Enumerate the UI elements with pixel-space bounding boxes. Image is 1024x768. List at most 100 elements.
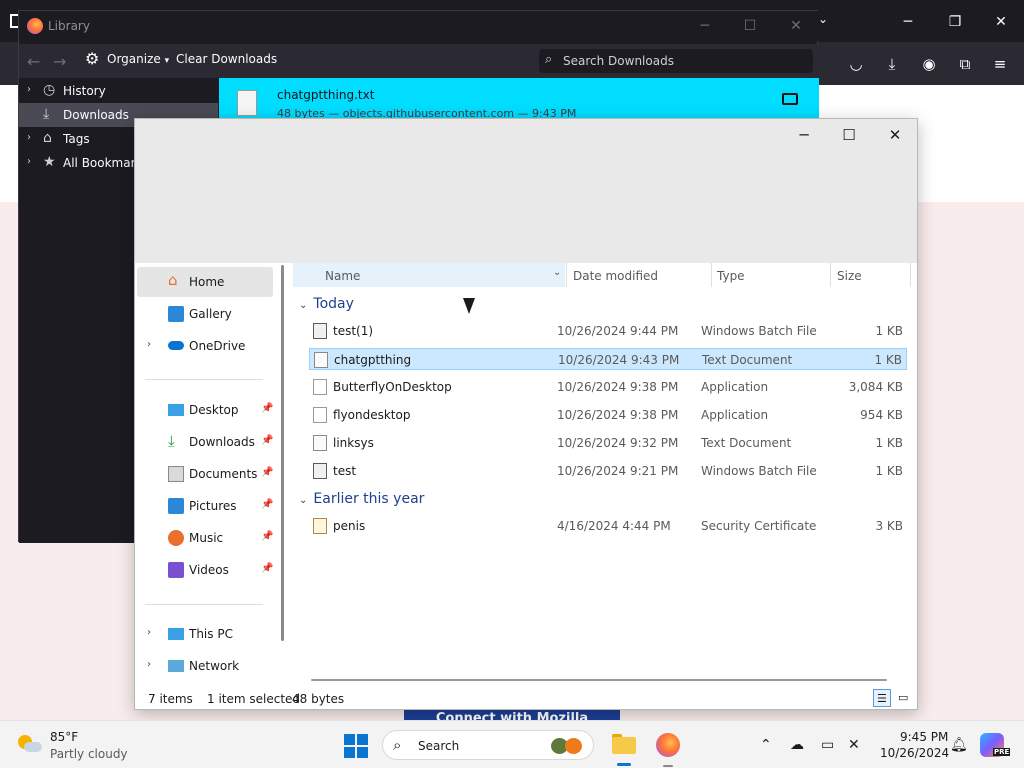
chevron-up-icon[interactable]: ⌃ [760, 737, 772, 753]
clock-date[interactable]: 10/26/2024 [880, 746, 949, 760]
nav-item-desktop[interactable]: Desktop 📌 [137, 395, 273, 425]
table-row[interactable]: test 10/26/2024 9:21 PM Windows Batch Fi… [309, 460, 907, 482]
pin-icon[interactable]: 📌 [261, 467, 273, 478]
gear-icon[interactable]: ⚙ [85, 49, 99, 68]
network-icon[interactable]: ▭ [821, 737, 834, 753]
search-highlight-icon[interactable] [549, 735, 587, 755]
nav-item-documents[interactable]: Documents 📌 [137, 459, 273, 489]
firefox-minimize-button[interactable]: ─ [898, 12, 918, 32]
sort-chevron-icon[interactable]: ⌄ [553, 267, 561, 278]
chevron-right-icon[interactable]: › [147, 627, 151, 638]
nav-item-downloads[interactable]: ⤓ Downloads 📌 [137, 427, 273, 457]
account-icon[interactable]: ◉ [919, 54, 939, 74]
nav-item-music[interactable]: Music 📌 [137, 523, 273, 553]
clear-downloads-button[interactable]: Clear Downloads [176, 52, 277, 66]
table-row[interactable]: ButterflyOnDesktop 10/26/2024 9:38 PM Ap… [309, 376, 907, 398]
tiles-view-button[interactable]: ▭ [895, 689, 913, 707]
group-label: Earlier this year [313, 491, 425, 507]
table-row[interactable]: linksys 10/26/2024 9:32 PM Text Document… [309, 432, 907, 454]
mouse-cursor [463, 298, 475, 314]
column-date-modified[interactable]: Date modified [573, 269, 658, 283]
computer-icon [168, 628, 184, 640]
file-size: 1 KB [874, 353, 902, 367]
onedrive-offline-icon[interactable]: ☁ [790, 737, 804, 753]
nav-item-home[interactable]: ⌂ Home [137, 267, 273, 297]
notification-bell-icon[interactable]: 🔔︎ [950, 737, 968, 753]
show-in-folder-icon[interactable] [782, 93, 798, 105]
pin-icon[interactable]: 📌 [261, 403, 273, 414]
table-row[interactable]: penis 4/16/2024 4:44 PM Security Certifi… [309, 515, 907, 537]
extensions-icon[interactable]: ⧉ [955, 54, 975, 74]
weather-condition[interactable]: Partly cloudy [50, 747, 128, 761]
library-close-button[interactable]: ✕ [786, 17, 806, 35]
tiles-view-icon: ▭ [898, 691, 909, 704]
tree-item-history[interactable]: › ◷ History [19, 79, 218, 103]
library-minimize-button[interactable]: ─ [695, 17, 715, 35]
organize-menu[interactable]: Organize ▾ [107, 52, 169, 66]
file-explorer-window: ─ ☐ ✕ ⌂ Home Gallery › OneDrive Desktop … [134, 118, 918, 710]
pin-icon[interactable]: 📌 [261, 499, 273, 510]
tree-item-label: History [63, 84, 106, 98]
chevron-right-icon[interactable]: › [27, 156, 31, 167]
file-name: flyondesktop [333, 408, 411, 422]
column-size[interactable]: Size [837, 269, 862, 283]
documents-icon [168, 466, 184, 482]
column-divider[interactable] [711, 263, 712, 287]
nav-item-pictures[interactable]: Pictures 📌 [137, 491, 273, 521]
explorer-maximize-button[interactable]: ☐ [835, 125, 863, 145]
volume-muted-icon[interactable]: ✕ [848, 737, 860, 753]
column-name[interactable]: Name [325, 269, 360, 283]
nav-scrollbar[interactable] [281, 265, 284, 641]
library-maximize-button[interactable]: ☐ [740, 17, 760, 35]
explorer-minimize-button[interactable]: ─ [790, 125, 818, 145]
column-divider[interactable] [910, 263, 911, 287]
file-explorer-taskbar-icon[interactable] [612, 733, 638, 755]
desktop-icon [168, 404, 184, 416]
group-earlier-this-year[interactable]: ⌄ Earlier this year [299, 491, 424, 507]
horizontal-scrollbar[interactable] [311, 679, 887, 681]
file-name: ButterflyOnDesktop [333, 380, 452, 394]
column-divider[interactable] [566, 263, 567, 287]
firefox-taskbar-icon[interactable] [656, 733, 680, 757]
status-bar: 7 items 1 item selected 48 bytes ☰ ▭ [135, 689, 917, 709]
column-divider[interactable] [830, 263, 831, 287]
start-button[interactable] [344, 734, 368, 758]
pocket-icon[interactable]: ◡ [846, 54, 866, 74]
forward-arrow-icon[interactable]: → [53, 52, 66, 71]
details-view-button[interactable]: ☰ [873, 689, 891, 707]
list-all-tabs-icon[interactable]: ⌄ [818, 12, 828, 26]
running-app-indicator [663, 765, 673, 767]
chevron-right-icon[interactable]: › [147, 659, 151, 670]
downloads-icon[interactable]: ⤓ [882, 54, 902, 74]
chevron-right-icon[interactable]: › [27, 84, 31, 95]
nav-item-this-pc[interactable]: › This PC [137, 619, 273, 649]
column-type[interactable]: Type [717, 269, 745, 283]
folder-icon [612, 737, 636, 754]
table-row-selected[interactable]: chatgptthing 10/26/2024 9:43 PM Text Doc… [309, 348, 907, 370]
firefox-restore-button[interactable]: ❐ [945, 12, 965, 32]
chevron-right-icon[interactable]: › [147, 339, 151, 350]
firefox-close-button[interactable]: ✕ [991, 12, 1011, 32]
pin-icon[interactable]: 📌 [261, 563, 273, 574]
nav-item-videos[interactable]: Videos 📌 [137, 555, 273, 585]
back-arrow-icon[interactable]: ← [27, 52, 40, 71]
nav-item-network[interactable]: › Network [137, 651, 273, 681]
table-row[interactable]: test(1) 10/26/2024 9:44 PM Windows Batch… [309, 320, 907, 342]
chevron-right-icon[interactable]: › [27, 132, 31, 143]
nav-item-gallery[interactable]: Gallery [137, 299, 273, 329]
table-row[interactable]: flyondesktop 10/26/2024 9:38 PM Applicat… [309, 404, 907, 426]
file-size: 1 KB [875, 436, 903, 450]
weather-icon[interactable] [18, 733, 42, 755]
nav-item-onedrive[interactable]: › OneDrive [137, 331, 273, 361]
file-type: Windows Batch File [701, 464, 817, 478]
pin-icon[interactable]: 📌 [261, 435, 273, 446]
pin-icon[interactable]: 📌 [261, 531, 273, 542]
search-downloads-input[interactable]: ⌕ Search Downloads [539, 49, 813, 73]
explorer-close-button[interactable]: ✕ [881, 125, 909, 145]
menu-icon[interactable]: ≡ [990, 54, 1010, 74]
clock-time[interactable]: 9:45 PM [900, 730, 948, 744]
group-today[interactable]: ⌄ Today [299, 296, 354, 312]
weather-temperature[interactable]: 85°F [50, 730, 78, 744]
taskbar-search-box[interactable]: ⌕ Search [382, 730, 594, 760]
firefox-tab-stub[interactable] [10, 14, 18, 28]
